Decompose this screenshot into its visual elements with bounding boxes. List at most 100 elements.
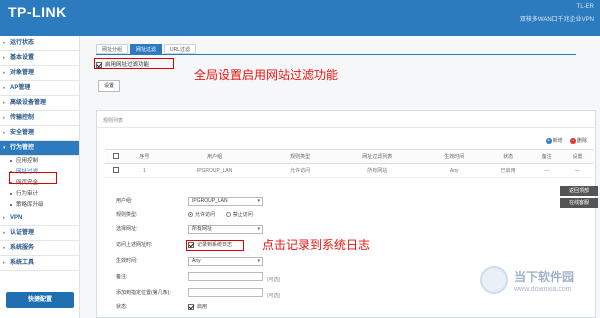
- chevron-down-icon: ▾: [3, 145, 6, 151]
- table-cell: 1: [129, 163, 160, 178]
- sidebar-subitem-app-control[interactable]: 应用控制: [0, 156, 79, 167]
- table-cell: ---: [531, 163, 563, 178]
- device-description: 双核多WAN口千兆企业VPN: [519, 17, 594, 23]
- rule-type-label: 规则类型:: [116, 212, 138, 218]
- sidebar-item-auth[interactable]: ▸ 认证管理: [0, 226, 79, 241]
- chevron-right-icon: ▸: [3, 230, 6, 236]
- table-cell: 允许访问: [269, 163, 331, 178]
- sidebar-item-security[interactable]: ▸ 安全管理: [0, 126, 79, 141]
- rule-deny-radio[interactable]: [225, 212, 231, 218]
- table-header-row: 序号 用户组 规则类型 网址过滤列表 生效时间 状态 备注 设置: [105, 149, 593, 164]
- sidebar-item-behavior[interactable]: ▾ 行为管控: [0, 141, 79, 156]
- chevron-right-icon: ▸: [3, 70, 6, 76]
- sidebar-item-label: 系统服务: [10, 245, 35, 251]
- online-help-button[interactable]: 在线客服: [560, 198, 598, 208]
- chevron-right-icon: ▸: [3, 245, 6, 251]
- plus-icon: +: [545, 137, 552, 144]
- table-cell: Any: [423, 163, 486, 178]
- row-checkbox[interactable]: [112, 167, 119, 174]
- sidebar-item-transfer[interactable]: ▸ 传输控制: [0, 111, 79, 126]
- remark-label: 备注:: [116, 274, 128, 280]
- highlight-box-url-filter: [9, 172, 57, 184]
- watermark: 当下软件园 www.downxia.com: [478, 260, 598, 318]
- add-button[interactable]: + 新增: [545, 137, 563, 144]
- back-to-top-button[interactable]: 返回顶部: [560, 186, 598, 196]
- sidebar-item-label: 基本设置: [10, 55, 35, 61]
- highlight-box-global: [94, 58, 174, 69]
- sidebar-item-label: 行为管控: [10, 145, 35, 151]
- position-input[interactable]: [188, 288, 263, 297]
- select-site-select[interactable]: 所有网址: [188, 225, 263, 234]
- panel-toolbar: + 新增 − 删除: [540, 137, 587, 144]
- tab-url-group[interactable]: 网址分组: [96, 44, 129, 54]
- table-cell: 所有网站: [331, 163, 424, 178]
- select-site-label: 选择网址:: [116, 226, 138, 232]
- sidebar-item-label: 安全管理: [10, 130, 35, 136]
- sidebar-item-advanced[interactable]: ▸ 高级设备管理: [0, 96, 79, 111]
- rule-table: 序号 用户组 规则类型 网址过滤列表 生效时间 状态 备注 设置 1 IPGRO…: [105, 149, 593, 178]
- chevron-right-icon: ▸: [3, 215, 6, 221]
- table-cell: 已启用: [485, 163, 532, 178]
- chevron-right-icon: ▸: [3, 115, 6, 121]
- annotation-global: 全局设置启用网站过滤功能: [194, 68, 339, 82]
- sidebar-subitem-audit[interactable]: 行为审计: [0, 189, 79, 200]
- device-model: TL-ER: [576, 4, 594, 10]
- column-header: 序号: [129, 149, 160, 164]
- select-all-checkbox[interactable]: [112, 153, 119, 160]
- set-button[interactable]: 设置: [98, 80, 120, 92]
- quick-config-button[interactable]: 快捷配置: [6, 292, 74, 308]
- sidebar-item-services[interactable]: ▸ 系统服务: [0, 241, 79, 256]
- panel-title: 规则列表: [103, 118, 124, 124]
- sidebar-item-label: 系统工具: [10, 260, 35, 266]
- sidebar-item-objects[interactable]: ▸ 对象管理: [0, 66, 79, 81]
- time-label: 生效时间:: [116, 258, 138, 264]
- column-header: 生效时间: [423, 149, 486, 164]
- rule-allow-radio[interactable]: [188, 212, 193, 218]
- table-row[interactable]: 1 IPGROUP_LAN 允许访问 所有网站 Any 已启用 --- ---: [105, 163, 593, 178]
- annotation-log: 点击记录到系统日志: [262, 238, 371, 252]
- tab-url-filter[interactable]: 网址过滤: [130, 44, 163, 54]
- sidebar-item-vpn[interactable]: ▸ VPN: [0, 211, 79, 226]
- chevron-right-icon: ▸: [3, 100, 6, 106]
- delete-button[interactable]: − 删除: [569, 137, 587, 144]
- watermark-logo-icon: [480, 266, 508, 294]
- watermark-text: 当下软件园: [514, 270, 575, 284]
- sidebar-item-label: 认证管理: [10, 230, 35, 236]
- chevron-right-icon: ▸: [3, 85, 6, 91]
- sidebar-item-status[interactable]: ▸ 运行状态: [0, 36, 79, 51]
- tab-bar: 网址分组 网址过滤 URL过滤: [96, 44, 198, 54]
- sidebar-item-label: AP管理: [10, 85, 31, 91]
- highlight-box-log: [186, 240, 244, 251]
- column-header: 备注: [531, 149, 563, 164]
- tab-url-filtering[interactable]: URL过滤: [164, 44, 197, 54]
- minus-icon: −: [569, 137, 576, 144]
- chevron-right-icon: ▸: [3, 40, 6, 46]
- select-all-header[interactable]: [105, 149, 129, 164]
- user-group-label: 用户组:: [116, 198, 133, 204]
- brand-logo: TP-LINK: [8, 4, 67, 20]
- sidebar-item-ap[interactable]: ▸ AP管理: [0, 81, 79, 96]
- status-label: 状态:: [116, 304, 128, 310]
- watermark-url: www.downxia.com: [514, 286, 572, 293]
- sidebar-item-label: VPN: [10, 215, 23, 221]
- sidebar-subitem-policy-upgrade[interactable]: 策略库升级: [0, 200, 79, 211]
- sidebar-item-label: 传输控制: [10, 115, 35, 121]
- header-bar: TP-LINK TL-ER 双核多WAN口千兆企业VPN: [0, 0, 600, 36]
- log-label: 访问上述网址时:: [116, 242, 153, 248]
- sidebar-item-basic[interactable]: ▸ 基本设置: [0, 51, 79, 66]
- sidebar-item-label: 高级设备管理: [10, 100, 47, 106]
- chevron-right-icon: ▸: [3, 260, 6, 266]
- user-group-select[interactable]: IPGROUP_LAN: [188, 197, 263, 206]
- tab-underline: [96, 54, 576, 55]
- table-cell: ---: [562, 163, 593, 178]
- chevron-right-icon: ▸: [3, 55, 6, 61]
- time-select[interactable]: Any: [188, 257, 263, 266]
- status-checkbox[interactable]: [188, 303, 194, 310]
- position-label: 添加到指定位置(第几条):: [116, 290, 171, 296]
- column-header: 网址过滤列表: [331, 149, 424, 164]
- sidebar-item-label: 对象管理: [10, 70, 35, 76]
- chevron-right-icon: ▸: [3, 130, 6, 136]
- remark-input[interactable]: [188, 272, 263, 281]
- sidebar-item-tools[interactable]: ▸ 系统工具: [0, 256, 79, 271]
- column-header: 用户组: [159, 149, 270, 164]
